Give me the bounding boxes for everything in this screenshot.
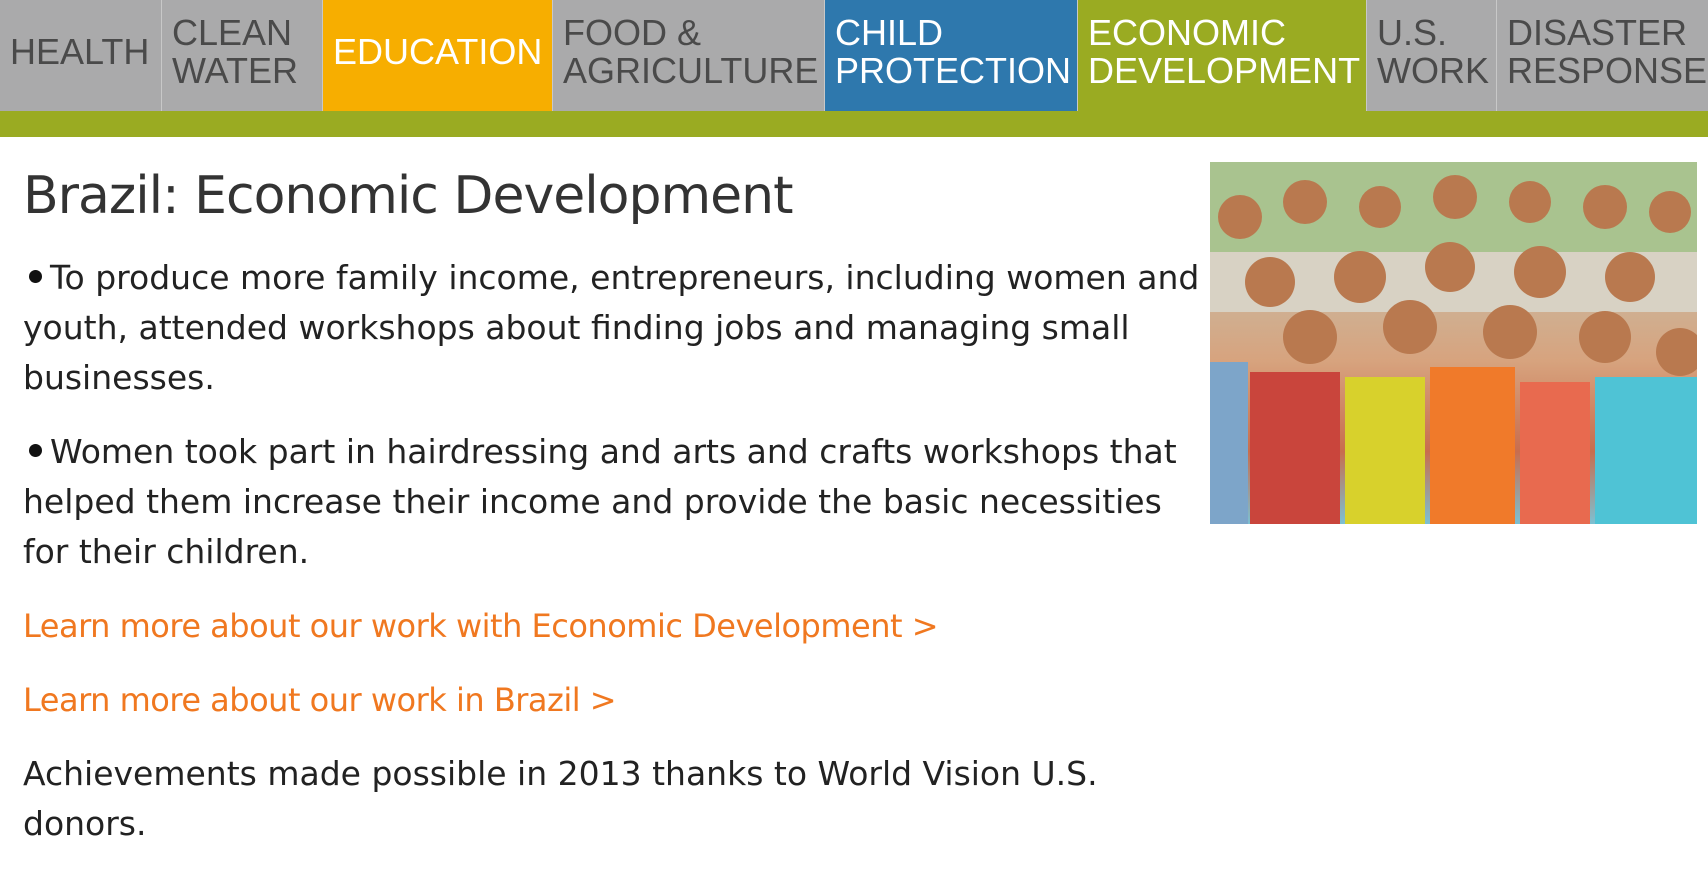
donor-footnote: Achievements made possible in 2013 thank… <box>23 754 1098 843</box>
bullet-icon <box>29 444 42 457</box>
tab-economic-development[interactable]: ECONOMIC DEVELOPMENT <box>1078 0 1367 111</box>
children-photo <box>1210 162 1697 524</box>
children-photo-illustration <box>1210 162 1697 524</box>
main-content: Brazil: Economic Development To produce … <box>23 155 1203 849</box>
bullet-item: Women took part in hairdressing and arts… <box>23 427 1203 577</box>
accent-bar <box>0 111 1708 137</box>
tab-health[interactable]: HEALTH <box>0 0 162 111</box>
bullet-item: To produce more family income, entrepren… <box>23 253 1203 403</box>
tab-us-work[interactable]: U.S. WORK <box>1367 0 1497 111</box>
tab-clean-water[interactable]: CLEAN WATER <box>162 0 323 111</box>
tab-disaster-response[interactable]: DISASTER RESPONSE <box>1497 0 1708 111</box>
link-economic-development[interactable]: Learn more about our work with Economic … <box>23 601 1203 651</box>
tab-education[interactable]: EDUCATION <box>323 0 553 111</box>
program-tabs: HEALTH CLEAN WATER EDUCATION FOOD & AGRI… <box>0 0 1708 111</box>
bullet-text: To produce more family income, entrepren… <box>23 258 1200 397</box>
tab-food-agriculture[interactable]: FOOD & AGRICULTURE <box>553 0 825 111</box>
bullet-text: Women took part in hairdressing and arts… <box>23 432 1177 571</box>
page-title: Brazil: Economic Development <box>23 166 793 226</box>
tab-child-protection[interactable]: CHILD PROTECTION <box>825 0 1078 111</box>
link-brazil[interactable]: Learn more about our work in Brazil > <box>23 675 1203 725</box>
bullet-icon <box>29 270 42 283</box>
